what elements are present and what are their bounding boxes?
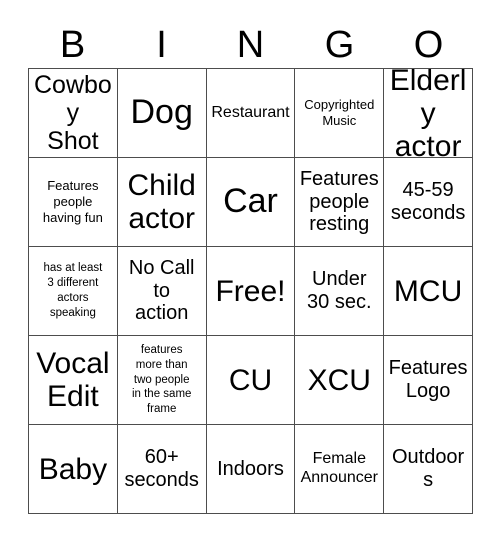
bingo-header-letter-g: G bbox=[324, 24, 355, 66]
bingo-cell[interactable]: 45-59 seconds bbox=[384, 158, 473, 247]
bingo-cell-label: Vocal Edit bbox=[36, 347, 110, 413]
bingo-cell[interactable]: Features Logo bbox=[384, 336, 473, 425]
bingo-cell[interactable]: Outdoors bbox=[384, 425, 473, 514]
bingo-cell[interactable]: Indoors bbox=[206, 425, 296, 514]
bingo-cell[interactable]: No Call to action bbox=[117, 247, 207, 336]
bingo-cell[interactable]: XCU bbox=[295, 336, 385, 425]
bingo-cell-label: features more than two people in the sam… bbox=[131, 343, 192, 416]
bingo-cell-label: CU bbox=[228, 363, 273, 397]
bingo-cell-free-space[interactable]: Free! bbox=[206, 247, 296, 336]
bingo-cell[interactable]: Dog bbox=[117, 69, 207, 158]
bingo-cell-label: has at least 3 different actors speaking bbox=[43, 262, 103, 319]
bingo-cell-label: Restaurant bbox=[211, 103, 290, 121]
bingo-cell-label: Dog bbox=[130, 93, 193, 132]
bingo-grid: Cowboy Shot Dog Restaurant Copyrighted Musi… bbox=[28, 68, 473, 514]
bingo-cell[interactable]: Female Announcer bbox=[295, 425, 385, 514]
bingo-cell[interactable]: has at least 3 different actors speaking bbox=[29, 247, 118, 336]
bingo-cell-label: Child actor bbox=[127, 169, 196, 235]
bingo-cell-label: Free! bbox=[215, 274, 286, 308]
bingo-cell[interactable]: Under 30 sec. bbox=[295, 247, 385, 336]
bingo-cell[interactable]: Features people resting bbox=[295, 158, 385, 247]
bingo-card: B I N G O Cowboy Shot Dog Restaurant Copyri… bbox=[0, 0, 500, 544]
bingo-header-letter-i: I bbox=[156, 24, 167, 66]
bingo-cell-label: Features people resting bbox=[299, 167, 379, 236]
bingo-cell[interactable]: Vocal Edit bbox=[29, 336, 118, 425]
bingo-cell[interactable]: MCU bbox=[384, 247, 473, 336]
bingo-cell-label: Features Logo bbox=[388, 357, 468, 402]
bingo-cell-label: 60+ seconds bbox=[124, 446, 199, 491]
bingo-cell[interactable]: Copyrighted Music bbox=[295, 69, 385, 158]
bingo-cell[interactable]: features more than two people in the sam… bbox=[117, 336, 207, 425]
bingo-cell[interactable]: Features people having fun bbox=[29, 158, 118, 247]
bingo-cell-label: XCU bbox=[307, 363, 371, 397]
bingo-cell[interactable]: Car bbox=[206, 158, 296, 247]
bingo-header-letter-n: N bbox=[236, 24, 265, 66]
bingo-cell-label: Female Announcer bbox=[300, 450, 378, 486]
bingo-header-letter-b: B bbox=[59, 24, 86, 66]
bingo-cell[interactable]: CU bbox=[206, 336, 296, 425]
bingo-cell-label: Baby bbox=[38, 452, 108, 486]
bingo-cell[interactable]: Restaurant bbox=[206, 69, 296, 158]
bingo-header-letter-o: O bbox=[413, 24, 444, 66]
bingo-cell-label: Elderly actor bbox=[389, 69, 467, 158]
bingo-cell[interactable]: Child actor bbox=[117, 158, 207, 247]
bingo-cell[interactable]: 60+ seconds bbox=[117, 425, 207, 514]
bingo-cell-label: Copyrighted Music bbox=[304, 96, 375, 128]
bingo-cell-label: Outdoors bbox=[391, 446, 465, 491]
bingo-cell-label: 45-59 seconds bbox=[390, 179, 466, 224]
bingo-cell-label: Features people having fun bbox=[42, 177, 103, 226]
bingo-header-row: B I N G O bbox=[28, 22, 473, 68]
bingo-cell-label: MCU bbox=[393, 274, 463, 308]
bingo-cell[interactable]: Cowboy Shot bbox=[29, 69, 118, 158]
bingo-cell-label: Cowboy Shot bbox=[33, 71, 112, 155]
bingo-cell[interactable]: Elderly actor bbox=[384, 69, 473, 158]
bingo-cell-label: No Call to action bbox=[128, 256, 195, 325]
bingo-cell-label: Car bbox=[223, 182, 278, 221]
bingo-cell-label: Under 30 sec. bbox=[307, 268, 372, 313]
bingo-cell[interactable]: Baby bbox=[29, 425, 118, 514]
bingo-cell-label: Indoors bbox=[217, 457, 284, 480]
